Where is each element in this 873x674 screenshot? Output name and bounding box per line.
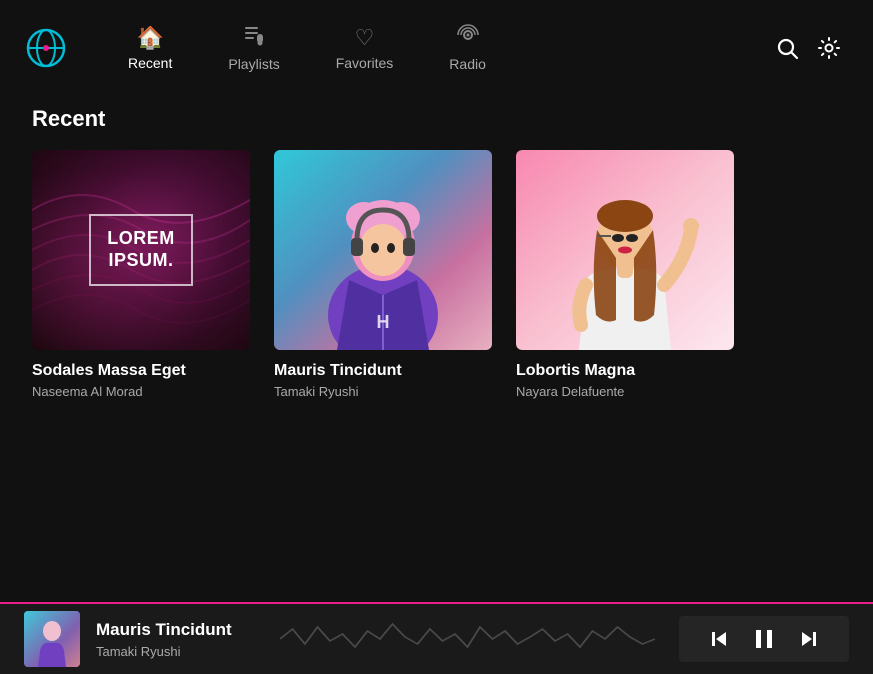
heart-icon: ♡ — [355, 25, 375, 51]
card-art-woman — [516, 150, 734, 350]
gear-icon — [817, 36, 841, 60]
tab-recent[interactable]: 🏠 Recent — [100, 19, 200, 77]
now-playing-title: Mauris Tincidunt — [96, 620, 256, 640]
card-3-title: Lobortis Magna — [516, 362, 734, 380]
lorem-line-2: IPSUM. — [107, 250, 175, 272]
search-button[interactable] — [775, 36, 799, 60]
pause-icon — [751, 626, 777, 652]
tab-radio-label: Radio — [449, 56, 486, 72]
header-actions — [775, 36, 841, 60]
prev-button[interactable] — [707, 627, 731, 651]
tab-favorites-label: Favorites — [336, 55, 394, 71]
card-3-artist: Nayara Delafuente — [516, 384, 734, 399]
card-2-artist: Tamaki Ryushi — [274, 384, 492, 399]
card-image-2: H — [274, 150, 492, 350]
card-1-title: Sodales Massa Eget — [32, 362, 250, 380]
tab-playlists-label: Playlists — [228, 56, 279, 72]
cards-row: LOREM IPSUM. Sodales Massa Eget Naseema … — [32, 150, 841, 399]
radio-icon — [457, 24, 479, 52]
prev-icon — [707, 627, 731, 651]
logo-area — [24, 26, 68, 70]
player-controls — [679, 616, 849, 662]
music-card-2[interactable]: H Mauris Tincidunt Tamaki Ryushi — [274, 150, 492, 399]
next-button[interactable] — [797, 627, 821, 651]
lorem-line-1: LOREM — [107, 228, 175, 250]
logo-icon — [24, 26, 68, 70]
search-icon — [775, 36, 799, 60]
svg-text:H: H — [377, 312, 390, 332]
card-2-title: Mauris Tincidunt — [274, 362, 492, 380]
card-art-headphones: H — [274, 150, 492, 350]
music-card-1[interactable]: LOREM IPSUM. Sodales Massa Eget Naseema … — [32, 150, 250, 399]
tab-recent-label: Recent — [128, 55, 172, 71]
next-icon — [797, 627, 821, 651]
header: 🏠 Recent Playlists ♡ Favorites — [0, 0, 873, 90]
card-art-lorem: LOREM IPSUM. — [32, 150, 250, 350]
card-image-1: LOREM IPSUM. — [32, 150, 250, 350]
home-icon: 🏠 — [136, 25, 163, 51]
main-content: Recent — [0, 90, 873, 602]
nav-tabs: 🏠 Recent Playlists ♡ Favorites — [100, 18, 775, 78]
pause-button[interactable] — [751, 626, 777, 652]
music-card-3[interactable]: Lobortis Magna Nayara Delafuente — [516, 150, 734, 399]
section-title: Recent — [32, 106, 841, 132]
tab-playlists[interactable]: Playlists — [200, 18, 307, 78]
now-playing-artist: Tamaki Ryushi — [96, 644, 256, 659]
now-playing-bar: Mauris Tincidunt Tamaki Ryushi — [0, 602, 873, 674]
now-playing-thumbnail — [24, 611, 80, 667]
tab-radio[interactable]: Radio — [421, 18, 514, 78]
card-1-artist: Naseema Al Morad — [32, 384, 250, 399]
waveform-area — [280, 619, 655, 659]
card-image-3 — [516, 150, 734, 350]
now-playing-info: Mauris Tincidunt Tamaki Ryushi — [96, 620, 256, 659]
settings-button[interactable] — [817, 36, 841, 60]
playlists-icon — [243, 24, 265, 52]
tab-favorites[interactable]: ♡ Favorites — [308, 19, 422, 77]
lorem-ipsum-box: LOREM IPSUM. — [89, 214, 193, 285]
